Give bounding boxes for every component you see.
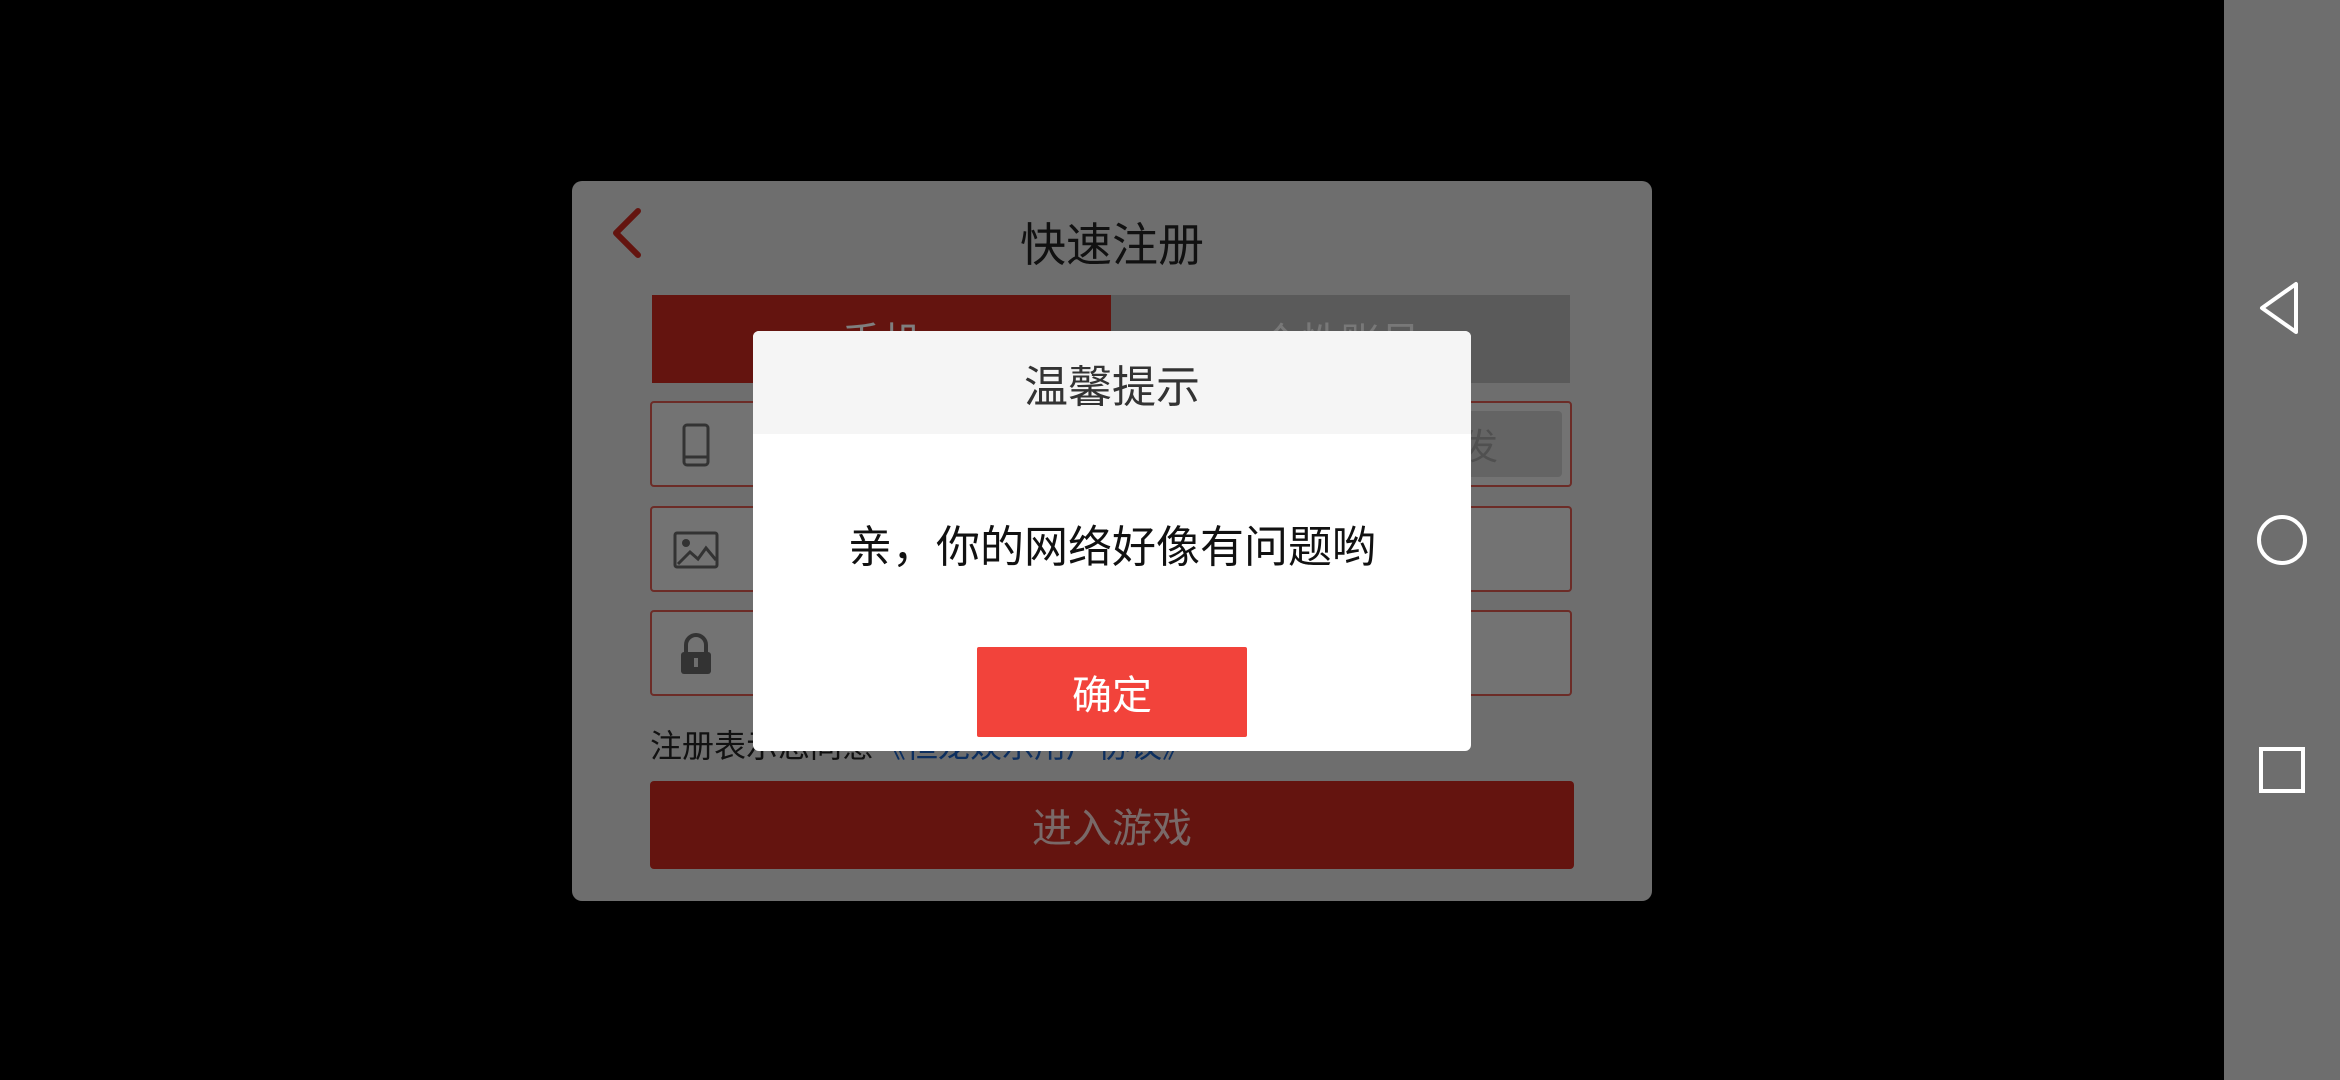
nav-home-button[interactable] xyxy=(2252,510,2312,570)
square-recents-icon xyxy=(2259,747,2305,793)
nav-back-button[interactable] xyxy=(2252,278,2312,338)
nav-recents-button[interactable] xyxy=(2252,740,2312,800)
dialog-title: 温馨提示 xyxy=(753,331,1471,434)
alert-dialog: 温馨提示 亲，你的网络好像有问题哟 确定 xyxy=(753,331,1471,751)
confirm-button[interactable]: 确定 xyxy=(977,647,1247,737)
dialog-message: 亲，你的网络好像有问题哟 xyxy=(848,522,1376,573)
screen: 快速注册 手机 个性账号 重发 xyxy=(0,0,2340,1080)
circle-home-icon xyxy=(2257,515,2307,565)
system-nav-bar xyxy=(2224,0,2340,1080)
triangle-back-icon xyxy=(2260,282,2298,334)
